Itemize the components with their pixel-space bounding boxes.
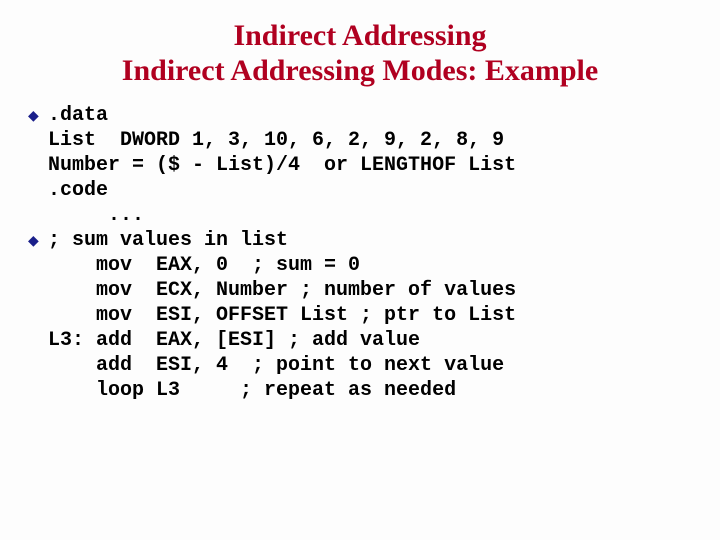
slide-title: Indirect Addressing Indirect Addressing …	[28, 18, 692, 89]
bullet-list: ◆ .data List DWORD 1, 3, 10, 6, 2, 9, 2,…	[28, 103, 692, 403]
title-line-1: Indirect Addressing	[28, 18, 692, 53]
title-line-2: Indirect Addressing Modes: Example	[28, 53, 692, 88]
list-item: ◆ ; sum values in list mov EAX, 0 ; sum …	[28, 228, 692, 403]
bullet-body: ; sum values in list mov EAX, 0 ; sum = …	[48, 228, 692, 403]
list-item: ◆ .data List DWORD 1, 3, 10, 6, 2, 9, 2,…	[28, 103, 692, 228]
code-block: ; sum values in list mov EAX, 0 ; sum = …	[48, 228, 692, 403]
slide: Indirect Addressing Indirect Addressing …	[0, 0, 720, 540]
diamond-bullet-icon: ◆	[28, 228, 48, 254]
diamond-bullet-icon: ◆	[28, 103, 48, 129]
code-block: .data List DWORD 1, 3, 10, 6, 2, 9, 2, 8…	[48, 103, 692, 228]
bullet-body: .data List DWORD 1, 3, 10, 6, 2, 9, 2, 8…	[48, 103, 692, 228]
